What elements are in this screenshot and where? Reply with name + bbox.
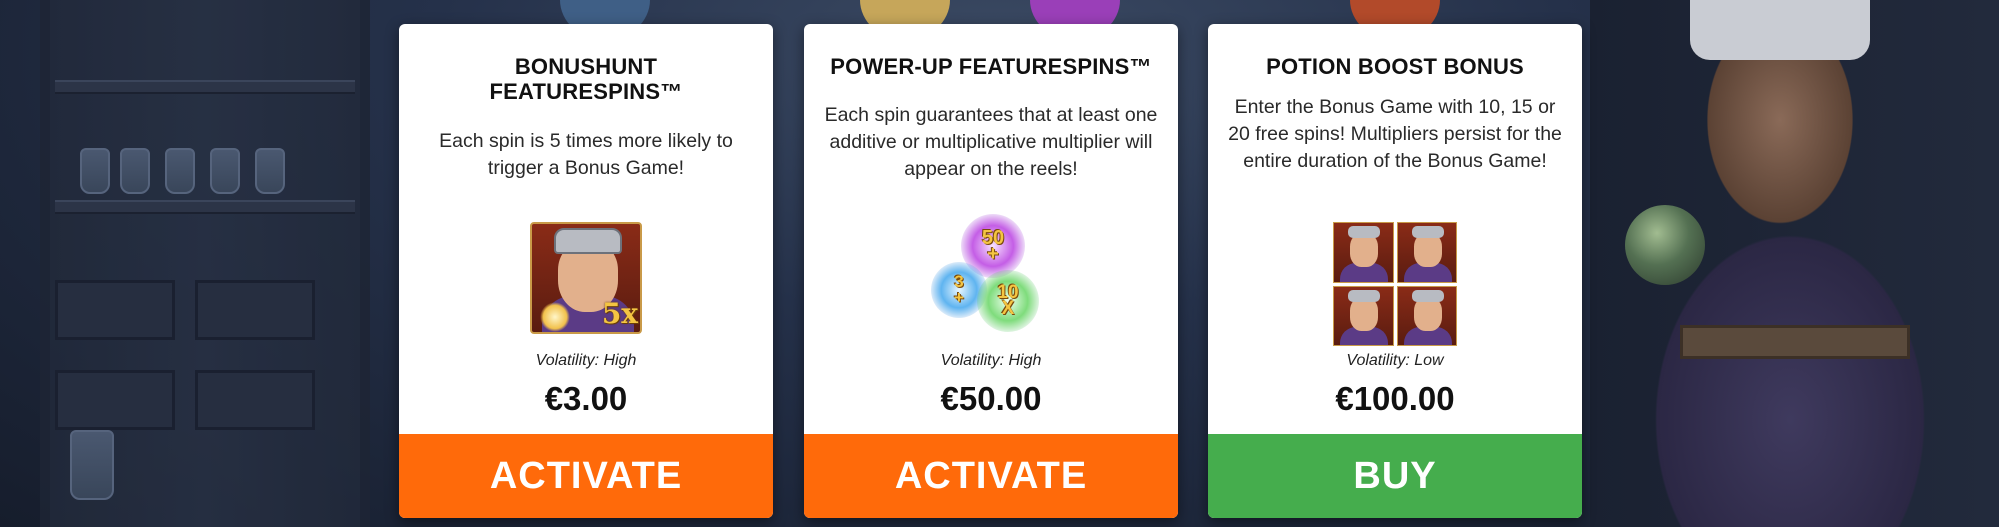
multiplier-orbs-symbol-icon: 50 + 3 + 10 X: [931, 214, 1051, 334]
background-drawer: [55, 280, 175, 340]
volatility-label: Volatility: High: [940, 352, 1042, 369]
multiplier-orb: 10 X: [977, 270, 1039, 332]
card-description: Each spin is 5 times more likely to trig…: [439, 130, 733, 179]
card-title: POWER-UP FEATURESPINS™: [830, 54, 1152, 79]
buy-button[interactable]: BUY: [1208, 434, 1582, 518]
volatility-label: Volatility: High: [535, 352, 637, 369]
background-drawer: [195, 280, 315, 340]
background-shelf: [55, 200, 355, 214]
activate-button[interactable]: ACTIVATE: [399, 434, 773, 518]
card-description: Each spin guarantees that at least one a…: [824, 104, 1158, 180]
background-drawer: [195, 370, 315, 430]
card-title: POTION BOOST BONUS: [1266, 54, 1524, 79]
background-jar: [255, 148, 285, 194]
potion-boost-bonus-card: POTION BOOST BONUS Enter the Bonus Game …: [1208, 24, 1582, 518]
background-shelf: [55, 80, 355, 94]
power-up-featurespins-card: POWER-UP FEATURESPINS™ Each spin guarant…: [804, 24, 1178, 518]
wizard-grid-symbol-icon: [1333, 222, 1457, 346]
background-jar: [165, 148, 195, 194]
wizard-belt: [1680, 325, 1910, 359]
card-title: BONUSHUNT FEATURESPINS™: [489, 54, 683, 104]
background-jar: [120, 148, 150, 194]
background-jar: [210, 148, 240, 194]
price: €50.00: [940, 380, 1042, 417]
bonushunt-featurespins-card: BONUSHUNT FEATURESPINS™ Each spin is 5 t…: [399, 24, 773, 518]
price: €100.00: [1335, 380, 1455, 417]
wizard-5x-symbol-icon: 5x: [530, 222, 642, 334]
price: €3.00: [544, 380, 628, 417]
card-description: Enter the Bonus Game with 10, 15 or 20 f…: [1228, 96, 1562, 172]
background-bottle: [70, 430, 114, 500]
background-jar: [80, 148, 110, 194]
symbol-multiplier: 5x: [601, 297, 638, 330]
wizard-hat: [1690, 0, 1870, 60]
background-drawer: [55, 370, 175, 430]
wizard-crystal-ball: [1625, 205, 1705, 285]
volatility-label: Volatility: Low: [1346, 352, 1444, 369]
activate-button[interactable]: ACTIVATE: [804, 434, 1178, 518]
